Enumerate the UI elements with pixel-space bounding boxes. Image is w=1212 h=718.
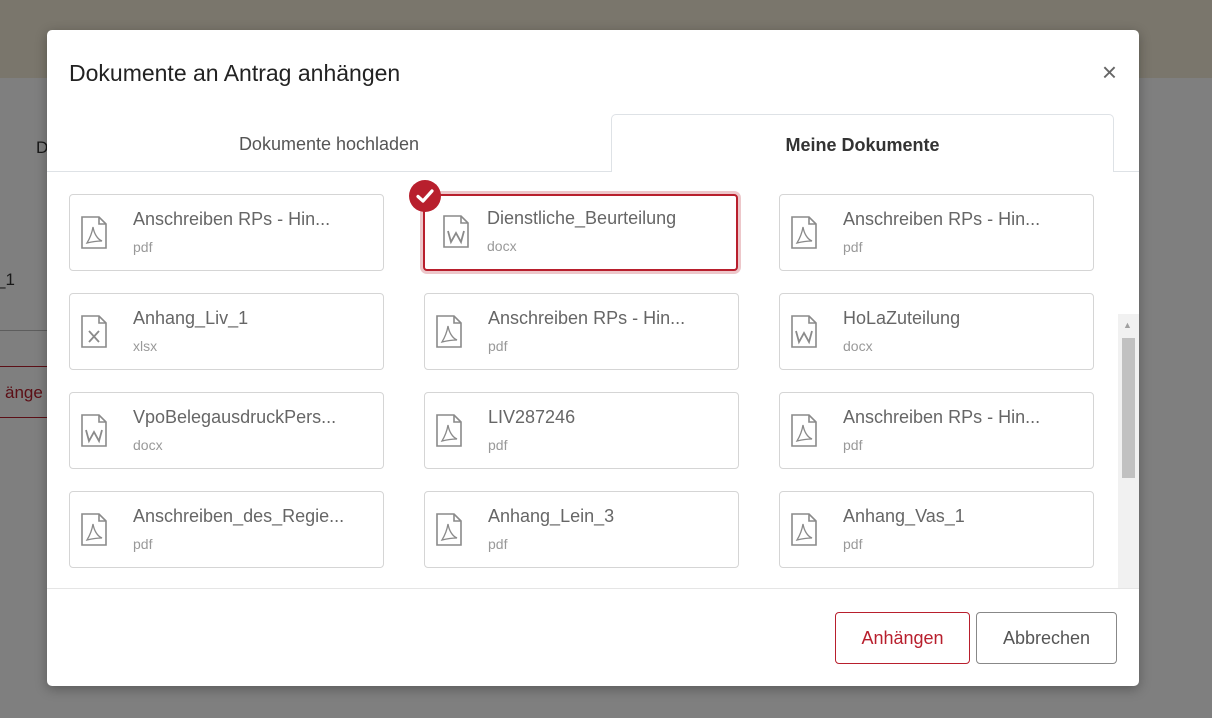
dialog-title: Dokumente an Antrag anhängen [69,60,401,86]
document-name: Anhang_Vas_1 [843,506,965,526]
document-name: Anhang_Lein_3 [488,506,615,526]
document-extension: pdf [843,239,863,255]
scroll-thumb[interactable] [1122,338,1135,478]
document-name: VpoBelegausdruckPers... [133,407,337,427]
document-name: Anhang_Liv_1 [133,308,249,328]
tab-my-documents[interactable]: Meine Dokumente [611,114,1114,172]
close-icon[interactable]: × [1102,59,1117,85]
document-extension: pdf [843,437,863,453]
pdf-file-icon [791,513,817,546]
document-extension: pdf [488,536,508,552]
document-extension: pdf [488,437,508,453]
document-card[interactable]: Anschreiben RPs - Hin... pdf [69,194,384,271]
document-card[interactable]: Anschreiben RPs - Hin... pdf [779,194,1094,271]
document-card[interactable]: LIV287246 pdf [424,392,739,469]
document-name: Anschreiben_des_Regie... [133,506,345,526]
pdf-file-icon [791,216,817,249]
check-icon [409,180,441,212]
pdf-file-icon [436,414,462,447]
document-extension: pdf [843,536,863,552]
document-card[interactable]: Anhang_Vas_1 pdf [779,491,1094,568]
document-card[interactable]: Anschreiben RPs - Hin... pdf [424,293,739,370]
attach-button[interactable]: Anhängen [835,612,970,664]
document-extension: pdf [488,338,508,354]
document-name: LIV287246 [488,407,576,427]
pdf-file-icon [436,315,462,348]
pdf-file-icon [436,513,462,546]
cancel-button[interactable]: Abbrechen [976,612,1117,664]
scroll-up-icon[interactable]: ▲ [1123,320,1132,330]
document-name: Dienstliche_Beurteilung [487,208,677,228]
word-file-icon [81,414,107,447]
pdf-file-icon [81,513,107,546]
attach-documents-dialog: Dokumente an Antrag anhängen × Dokumente… [47,30,1139,686]
pdf-file-icon [791,414,817,447]
document-extension: docx [843,338,873,354]
document-name: Anschreiben RPs - Hin... [133,209,331,229]
document-card-selected[interactable]: Dienstliche_Beurteilung docx [423,194,738,271]
word-file-icon [443,215,469,248]
document-extension: pdf [133,239,153,255]
pdf-file-icon [81,216,107,249]
excel-file-icon [81,315,107,348]
document-name: HoLaZuteilung [843,308,961,328]
word-file-icon [791,315,817,348]
document-extension: docx [133,437,163,453]
document-name: Anschreiben RPs - Hin... [843,407,1041,427]
document-card[interactable]: HoLaZuteilung docx [779,293,1094,370]
document-extension: pdf [133,536,153,552]
document-name: Anschreiben RPs - Hin... [488,308,686,328]
document-card[interactable]: Anhang_Lein_3 pdf [424,491,739,568]
tab-upload-documents[interactable]: Dokumente hochladen [47,114,611,172]
document-card[interactable]: Anschreiben RPs - Hin... pdf [779,392,1094,469]
dialog-tabs: Dokumente hochladen Meine Dokumente [47,114,1114,172]
document-name: Anschreiben RPs - Hin... [843,209,1041,229]
document-list-scrollbar[interactable]: ▲ ▼ [1118,314,1139,588]
document-extension: xlsx [133,338,158,354]
document-extension: docx [487,238,517,254]
document-card[interactable]: Anschreiben_des_Regie... pdf [69,491,384,568]
document-grid: Anschreiben RPs - Hin... pdf Dienstliche… [47,172,1139,588]
document-card[interactable]: VpoBelegausdruckPers... docx [69,392,384,469]
document-card[interactable]: Anhang_Liv_1 xlsx [69,293,384,370]
dialog-footer: Anhängen Abbrechen [47,588,1139,686]
